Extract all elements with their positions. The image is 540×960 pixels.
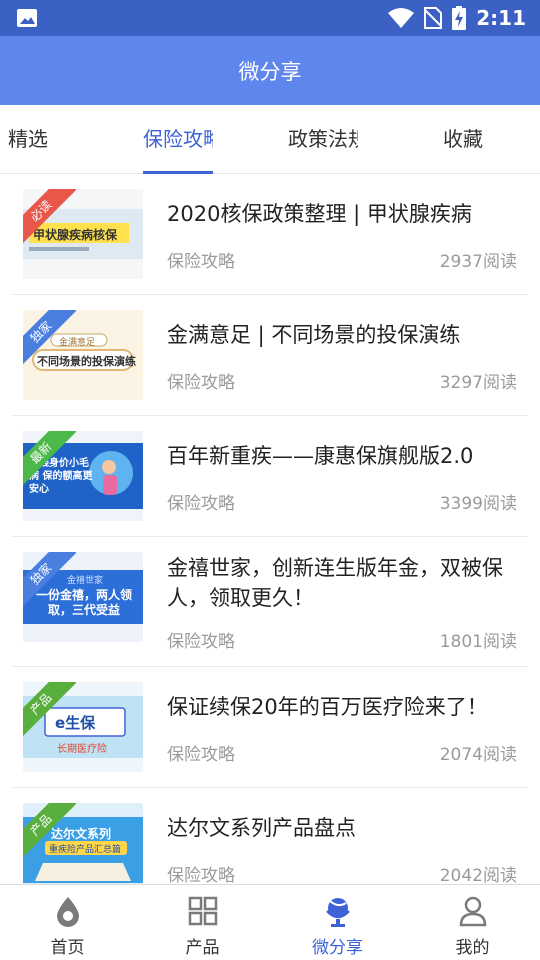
bottom-navigation: 首页 产品 微分享 我的 — [0, 884, 540, 960]
article-item[interactable]: 达尔文系列 重疾险产品汇总篇 产品 达尔文系列产品盘点 保险攻略 2042阅读 — [12, 788, 528, 884]
article-title[interactable]: 百年新重疾——康惠保旗舰版2.0 — [167, 441, 517, 471]
nav-item-label: 首页 — [50, 938, 85, 958]
nav-item-home[interactable]: 首页 — [0, 885, 135, 960]
article-item[interactable]: e生保 长期医疗险 产品 保证续保20年的百万医疗险来了！ 保险攻略 2074阅… — [12, 667, 528, 788]
thumbnail-subcaption: 金满意足 — [59, 338, 96, 348]
article-category: 保险攻略 — [167, 494, 235, 514]
person-icon — [459, 896, 487, 927]
article-thumbnail: 甲状腺疾病核保 必读 — [23, 189, 143, 279]
home-drop-icon — [57, 897, 79, 927]
article-read-count: 2074阅读 — [439, 745, 517, 765]
tab-favorites[interactable]: 收藏 — [443, 105, 503, 174]
article-thumbnail: 金禧世家 一份金禧，两人领取，三代受益 独家 — [23, 552, 143, 642]
article-title[interactable]: 金禧世家，创新连生版年金，双被保人，领取更久！ — [167, 553, 517, 613]
article-category: 保险攻略 — [167, 252, 235, 272]
article-item[interactable]: 金禧世家 一份金禧，两人领取，三代受益 独家 金禧世家，创新连生版年金，双被保人… — [12, 537, 528, 667]
status-bar: 2:11 — [0, 0, 540, 36]
grid-icon — [188, 896, 218, 926]
thumbnail-subcaption: 长期医疗险 — [57, 744, 107, 755]
article-title[interactable]: 保证续保20年的百万医疗险来了！ — [167, 692, 517, 722]
article-category: 保险攻略 — [167, 745, 235, 765]
nav-item-products[interactable]: 产品 — [135, 885, 270, 960]
battery-charging-icon — [452, 6, 467, 30]
article-read-count: 3399阅读 — [439, 494, 517, 514]
clock-time: 2:11 — [476, 6, 526, 30]
article-list[interactable]: 甲状腺疾病核保 必读 2020核保政策整理 | 甲状腺疾病 保险攻略 2937阅… — [0, 174, 540, 884]
thumbnail-caption: 一份金禧，两人领取，三代受益 — [35, 588, 132, 617]
article-read-count: 3297阅读 — [439, 373, 517, 393]
thumbnail-caption: 达尔文系列 — [51, 827, 112, 841]
page-title: 微分享 — [238, 59, 302, 84]
nav-item-label: 微分享 — [312, 938, 363, 958]
gallery-notification-icon — [17, 9, 37, 27]
app-bar: 微分享 — [0, 36, 540, 105]
article-thumbnail: 小钱身价小毛病 保的额高更安心 最新 — [23, 431, 143, 521]
article-title[interactable]: 2020核保政策整理 | 甲状腺疾病 — [167, 199, 517, 229]
wifi-icon — [388, 8, 415, 28]
thumbnail-caption: e生保 — [55, 714, 96, 732]
nav-item-profile[interactable]: 我的 — [405, 885, 540, 960]
thumbnail-caption: 不同场景的投保演练 — [37, 355, 136, 368]
nav-item-label: 产品 — [185, 938, 220, 958]
thumbnail-caption: 甲状腺疾病核保 — [33, 228, 118, 242]
thumbnail-subcaption: 金禧世家 — [67, 576, 104, 586]
article-item[interactable]: 小钱身价小毛病 保的额高更安心 最新 百年新重疾——康惠保旗舰版2.0 保险攻略… — [12, 416, 528, 537]
article-read-count: 2042阅读 — [439, 866, 517, 884]
article-thumbnail: 金满意足 不同场景的投保演练 独家 — [23, 310, 143, 400]
article-thumbnail: e生保 长期医疗险 产品 — [23, 682, 143, 772]
article-item[interactable]: 金满意足 不同场景的投保演练 独家 金满意足 | 不同场景的投保演练 保险攻略 … — [12, 295, 528, 416]
article-read-count: 2937阅读 — [439, 252, 517, 272]
article-title[interactable]: 金满意足 | 不同场景的投保演练 — [167, 320, 517, 350]
nav-item-label: 我的 — [455, 938, 490, 958]
article-thumbnail: 达尔文系列 重疾险产品汇总篇 产品 — [23, 803, 143, 884]
article-read-count: 1801阅读 — [439, 632, 517, 652]
article-item[interactable]: 甲状腺疾病核保 必读 2020核保政策整理 | 甲状腺疾病 保险攻略 2937阅… — [12, 174, 528, 295]
nav-item-share[interactable]: 微分享 — [270, 885, 405, 960]
tab-featured[interactable]: 精选 — [8, 105, 68, 174]
article-category: 保险攻略 — [167, 866, 235, 884]
thumbnail-subcaption: 重疾险产品汇总篇 — [49, 845, 122, 855]
article-category: 保险攻略 — [167, 373, 235, 393]
category-tabs: 精选 保险攻略 政策法规 收藏 — [0, 105, 540, 174]
tab-insurance-guide[interactable]: 保险攻略 — [143, 105, 213, 174]
no-sim-icon — [424, 7, 443, 29]
article-category: 保险攻略 — [167, 632, 235, 652]
tab-policy-regulations[interactable]: 政策法规 — [288, 105, 358, 174]
article-title[interactable]: 达尔文系列产品盘点 — [167, 813, 517, 843]
globe-icon — [326, 898, 350, 927]
